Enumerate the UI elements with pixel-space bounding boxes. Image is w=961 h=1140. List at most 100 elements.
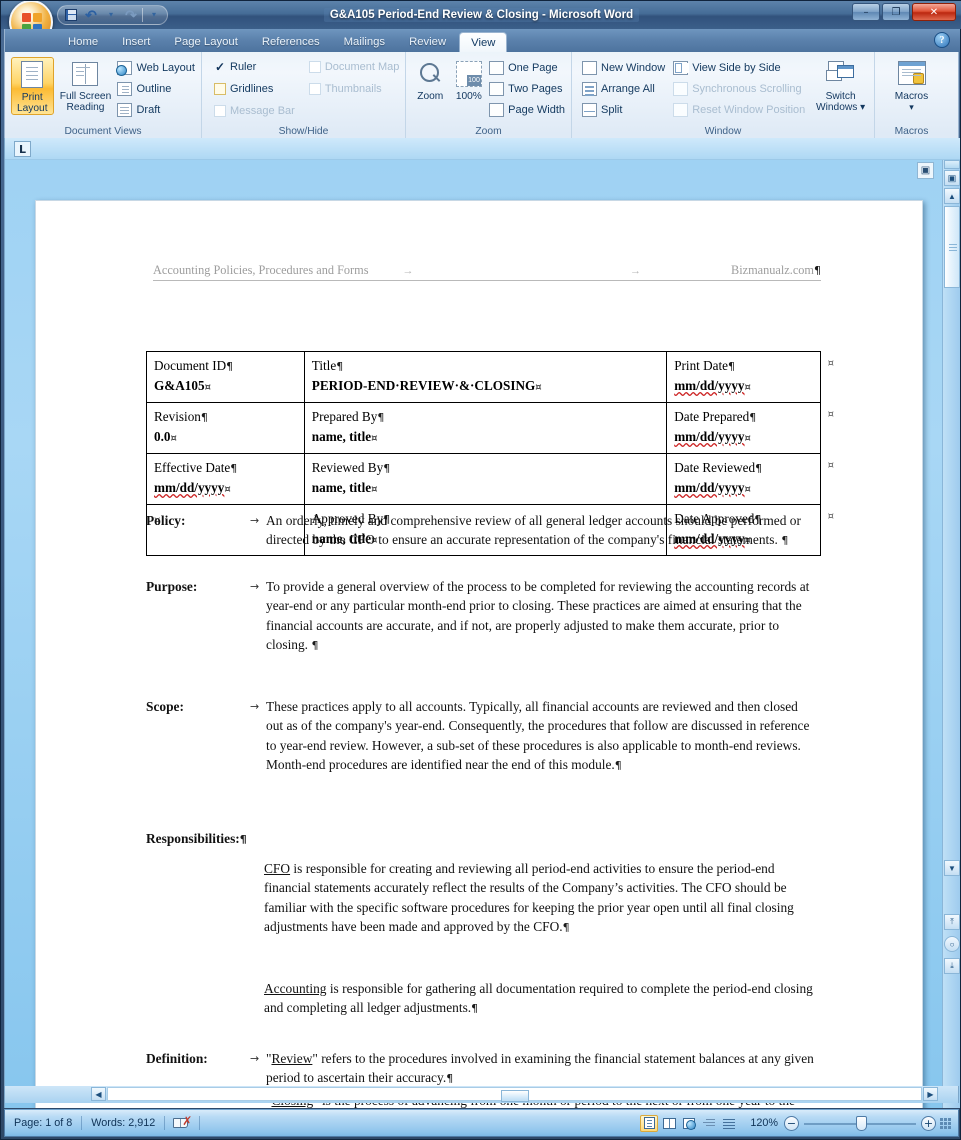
one-page-icon [489,61,505,75]
resize-grip[interactable] [938,1116,952,1130]
table-cell-reviewed-by[interactable]: Reviewed By¶ name, title¤ [303,453,668,505]
tab-stop-selector[interactable]: L [14,141,31,157]
view-ruler-toggle-icon[interactable]: ▣ [944,170,960,186]
select-browse-object-button[interactable]: ○ [944,936,960,952]
ruler-checkbox[interactable]: ✓ Ruler [214,57,295,77]
document-map-checkbox: Document Map [308,57,399,77]
status-print-layout-button[interactable] [640,1114,659,1132]
next-page-button[interactable]: ⤓ [944,958,960,974]
synchronous-scrolling-icon [673,82,689,96]
split-handle[interactable] [944,160,960,169]
new-window-button[interactable]: New Window [582,58,665,78]
table-cell-date-reviewed[interactable]: Date Reviewed¶ mm/dd/yyyy¤ ¤ [666,453,834,505]
responsibility-cfo[interactable]: CFO is responsible for creating and revi… [264,859,816,938]
vertical-scroll-thumb[interactable] [944,206,960,288]
proofing-errors-icon[interactable]: ✗ [173,1115,192,1131]
horizontal-scrollbar[interactable]: ◀ ▶ [4,1086,959,1103]
status-web-layout-button[interactable] [680,1115,698,1132]
save-button[interactable] [62,7,80,24]
redo-button[interactable]: ↷ [122,7,140,24]
word-count[interactable]: Words: 2,912 [82,1115,164,1131]
row-end-mark: ¤ [827,358,834,369]
vertical-scrollbar[interactable]: ▣ ▲ ▼ ⤒ ○ ⤓ [942,160,960,1108]
previous-page-button[interactable]: ⤒ [944,914,960,930]
group-label-window: Window [704,125,742,137]
customize-qat-icon[interactable]: ▾ [145,7,163,24]
zoom-slider-thumb[interactable] [856,1115,867,1131]
split-button[interactable]: Split [582,100,665,120]
macros-button[interactable]: Macros ▾ [883,57,941,113]
tab-references[interactable]: References [251,32,331,52]
zoom-level-label[interactable]: 120% [744,1117,784,1129]
table-cell-title[interactable]: Title¶ PERIOD-END·REVIEW·&·CLOSING¤ [303,351,668,403]
help-icon[interactable]: ? [934,32,950,48]
split-icon [582,103,597,117]
reset-window-position-icon [673,103,689,117]
tab-mailings[interactable]: Mailings [333,32,396,52]
tab-view[interactable]: View [459,32,508,52]
definition-text: " refers to the procedures involved in e… [266,1051,814,1086]
gridlines-checkbox[interactable]: Gridlines [214,79,295,99]
zoom-slider[interactable] [804,1115,916,1131]
switch-windows-button[interactable]: Switch Windows ▾ [813,57,868,113]
zoom-out-button[interactable]: − [784,1115,799,1131]
section-policy[interactable]: Policy: → An orderly, timely and compreh… [146,511,818,551]
page-width-button[interactable]: Page Width [489,100,565,120]
qat-divider [142,8,143,22]
minimize-button[interactable]: – [852,3,880,21]
view-side-by-side-button[interactable]: View Side by Side [673,58,805,78]
row-end-mark: ¤ [827,409,834,420]
zoom-100-button[interactable]: 100 100% [451,57,488,102]
table-cell-revision[interactable]: Revision¶ 0.0¤ [146,402,305,454]
section-definition[interactable]: Definition: → "Review" refers to the pro… [146,1049,818,1089]
table-row[interactable]: Revision¶ 0.0¤ Prepared By¶ name, title¤… [146,402,834,454]
table-cell-effective-date[interactable]: Effective Date¶ mm/dd/yyyy¤ [146,453,305,505]
table-row[interactable]: Document ID¶ G&A105¤ Title¶ PERIOD-END·R… [146,351,834,403]
arrange-all-button[interactable]: Arrange All [582,79,665,99]
undo-button[interactable]: ↶ [82,7,100,24]
web-layout-button[interactable]: Web Layout [116,58,195,78]
zoom-in-button[interactable]: + [921,1115,936,1131]
check-icon: ✓ [214,60,226,74]
table-row[interactable]: Effective Date¶ mm/dd/yyyy¤ Reviewed By¶… [146,453,834,505]
status-outline-button[interactable] [700,1115,718,1132]
table-cell-document-id[interactable]: Document ID¶ G&A105¤ [146,351,305,403]
table-cell-print-date[interactable]: Print Date¶ mm/dd/yyyy¤ ¤ [666,351,834,403]
print-layout-button[interactable]: Print Layout [11,57,54,115]
status-full-screen-reading-button[interactable] [660,1115,678,1132]
status-draft-button[interactable] [720,1115,738,1132]
tab-insert[interactable]: Insert [111,32,161,52]
undo-dropdown-icon[interactable]: ▾ [102,7,120,24]
reset-window-position-button: Reset Window Position [673,100,805,120]
section-purpose[interactable]: Purpose: → To provide a general overview… [146,577,818,656]
cell-value: mm/dd/yyyy [154,480,225,495]
restore-button[interactable]: ❐ [882,3,910,21]
synchronous-scrolling-button: Synchronous Scrolling [673,79,805,99]
outline-button[interactable]: Outline [117,79,195,99]
table-cell-prepared-by[interactable]: Prepared By¶ name, title¤ [303,402,668,454]
horizontal-scroll-thumb[interactable] [501,1090,529,1102]
two-pages-button[interactable]: Two Pages [489,79,565,99]
cell-value: G&A105 [154,378,205,393]
scroll-left-button[interactable]: ◀ [91,1087,106,1101]
document-canvas[interactable]: ▣ Accounting Policies, Procedures and Fo… [5,160,960,1108]
page-indicator[interactable]: Page: 1 of 8 [5,1115,81,1131]
scroll-down-button[interactable]: ▼ [944,860,960,876]
document-page[interactable]: Accounting Policies, Procedures and Form… [35,200,923,1108]
table-cell-date-prepared[interactable]: Date Prepared¶ mm/dd/yyyy¤ ¤ [666,402,834,454]
full-screen-reading-button[interactable]: Full Screen Reading [58,57,114,113]
responsibility-accounting[interactable]: Accounting is responsible for gathering … [264,979,816,1019]
close-button[interactable]: ✕ [912,3,956,21]
view-ruler-button[interactable]: ▣ [917,162,934,179]
tab-page-layout[interactable]: Page Layout [163,32,248,52]
scroll-right-button[interactable]: ▶ [923,1087,938,1101]
one-page-button[interactable]: One Page [489,58,565,78]
draft-button[interactable]: Draft [117,100,195,120]
scroll-up-button[interactable]: ▲ [944,188,960,204]
tab-review[interactable]: Review [398,32,457,52]
horizontal-scroll-track[interactable] [107,1087,922,1102]
section-scope[interactable]: Scope: → These practices apply to all ac… [146,697,818,776]
checkbox-icon [308,83,321,95]
tab-home[interactable]: Home [57,32,109,52]
zoom-button[interactable]: Zoom [412,57,449,102]
